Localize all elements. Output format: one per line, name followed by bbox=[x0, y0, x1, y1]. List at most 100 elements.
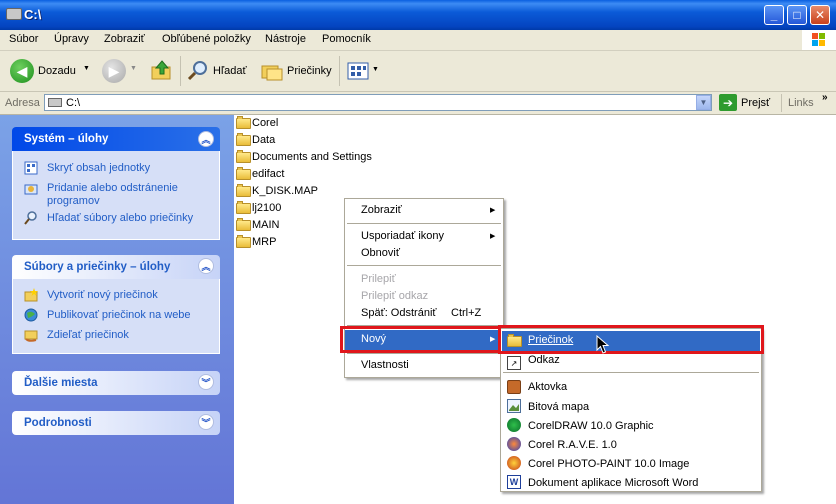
context-undo[interactable]: Späť: Odstrániť bbox=[361, 307, 437, 319]
toolbar-separator bbox=[180, 56, 181, 86]
go-button-label[interactable]: Prejsť bbox=[741, 97, 770, 109]
corel-photopaint-icon bbox=[507, 456, 521, 470]
corel-rave-icon bbox=[507, 437, 521, 451]
back-button-label[interactable]: Dozadu bbox=[38, 65, 76, 77]
folder-item[interactable]: MRP bbox=[252, 236, 276, 248]
collapse-chevron-icon[interactable]: ︽ bbox=[198, 131, 214, 147]
task-publish-folder[interactable]: Publikovať priečinok na webe bbox=[47, 309, 191, 322]
undo-shortcut: Ctrl+Z bbox=[451, 307, 482, 319]
share-folder-icon bbox=[24, 328, 38, 342]
system-tasks-title: Systém – úlohy bbox=[24, 133, 109, 145]
drive-icon bbox=[6, 8, 22, 20]
add-remove-programs-icon bbox=[24, 182, 38, 196]
menu-divider bbox=[347, 265, 501, 266]
publish-web-icon bbox=[24, 308, 38, 322]
mouse-cursor-icon bbox=[596, 334, 610, 355]
context-paste-link[interactable]: Prilepiť odkaz bbox=[361, 290, 428, 302]
menu-divider bbox=[503, 372, 759, 373]
annotation-red-box bbox=[498, 325, 764, 354]
expand-chevron-icon[interactable]: ︾ bbox=[198, 374, 214, 390]
address-value[interactable]: C:\ bbox=[66, 97, 80, 109]
search-button-label[interactable]: Hľadať bbox=[213, 65, 247, 77]
folder-item[interactable]: K_DISK.MAP bbox=[252, 185, 318, 197]
menu-help[interactable]: Pomocník bbox=[322, 33, 371, 45]
go-arrow-icon[interactable]: ➔ bbox=[719, 94, 737, 111]
collapse-chevron-icon[interactable]: ︽ bbox=[198, 258, 214, 274]
folder-item[interactable]: lj2100 bbox=[252, 202, 281, 214]
minimize-button[interactable]: _ bbox=[764, 5, 784, 25]
back-dropdown-icon[interactable]: ▼ bbox=[83, 65, 90, 72]
annotation-red-box bbox=[340, 326, 502, 353]
context-view[interactable]: Zobraziť bbox=[361, 204, 402, 216]
hide-drive-icon bbox=[24, 161, 38, 175]
back-arrow-icon[interactable]: ◀ bbox=[10, 59, 34, 83]
other-places-header[interactable]: Ďalšie miesta bbox=[12, 371, 220, 395]
menu-file[interactable]: Súbor bbox=[9, 33, 38, 45]
context-paste[interactable]: Prilepiť bbox=[361, 273, 396, 285]
task-new-folder[interactable]: Vytvoriť nový priečinok bbox=[47, 289, 158, 302]
folder-item[interactable]: edifact bbox=[252, 168, 284, 180]
menu-view[interactable]: Zobraziť bbox=[104, 33, 145, 45]
folder-item[interactable]: Data bbox=[252, 134, 275, 146]
menu-tools[interactable]: Nástroje bbox=[265, 33, 306, 45]
views-dropdown-icon[interactable]: ▼ bbox=[372, 66, 379, 73]
folder-icon bbox=[236, 184, 251, 197]
close-button[interactable]: ✕ bbox=[810, 5, 830, 25]
system-tasks-header[interactable]: Systém – úlohy bbox=[12, 127, 220, 151]
submenu-arrow-icon: ▶ bbox=[490, 233, 496, 240]
folder-icon bbox=[236, 235, 251, 248]
menu-divider bbox=[347, 223, 501, 224]
folder-icon bbox=[236, 167, 251, 180]
details-title: Podrobnosti bbox=[24, 417, 92, 429]
folder-icon bbox=[236, 133, 251, 146]
menu-edit[interactable]: Úpravy bbox=[54, 33, 89, 45]
task-add-remove-programs[interactable]: Pridanie alebo odstránenie programov bbox=[47, 182, 212, 208]
search-icon[interactable] bbox=[186, 59, 210, 83]
context-refresh[interactable]: Obnoviť bbox=[361, 247, 400, 259]
forward-arrow-icon[interactable]: ▶ bbox=[102, 59, 126, 83]
task-hide-drive-contents[interactable]: Skryť obsah jednotky bbox=[47, 162, 150, 175]
other-places-title: Ďalšie miesta bbox=[24, 377, 98, 389]
menu-favorites[interactable]: Obľúbené položky bbox=[162, 33, 251, 45]
submenu-shortcut[interactable]: Odkaz bbox=[528, 354, 560, 366]
submenu-arrow-icon: ▶ bbox=[490, 207, 496, 214]
folders-icon[interactable] bbox=[260, 59, 284, 83]
address-label: Adresa bbox=[5, 97, 40, 109]
address-dropdown-icon[interactable]: ▼ bbox=[696, 95, 711, 110]
submenu-corel-photopaint[interactable]: Corel PHOTO-PAINT 10.0 Image bbox=[528, 458, 689, 470]
expand-chevron-icon[interactable]: ︾ bbox=[198, 414, 214, 430]
chevron-right-icon[interactable]: » bbox=[822, 92, 828, 103]
submenu-bitmap[interactable]: Bitová mapa bbox=[528, 401, 589, 413]
maximize-button[interactable]: □ bbox=[787, 5, 807, 25]
folder-item[interactable]: Corel bbox=[252, 117, 278, 129]
address-input[interactable] bbox=[44, 94, 712, 111]
bitmap-icon bbox=[507, 399, 521, 413]
task-share-folder[interactable]: Zdieľať priečinok bbox=[47, 329, 129, 342]
title-bar[interactable] bbox=[0, 0, 836, 30]
folders-button-label[interactable]: Priečinky bbox=[287, 65, 332, 77]
shortcut-icon: ↗ bbox=[507, 356, 521, 370]
submenu-corel-rave[interactable]: Corel R.A.V.E. 1.0 bbox=[528, 439, 617, 451]
context-properties[interactable]: Vlastnosti bbox=[361, 359, 409, 371]
submenu-coreldraw[interactable]: CorelDRAW 10.0 Graphic bbox=[528, 420, 654, 432]
views-icon[interactable] bbox=[347, 61, 369, 81]
word-document-icon: W bbox=[507, 475, 521, 489]
forward-dropdown-icon[interactable]: ▼ bbox=[130, 65, 137, 72]
details-header[interactable]: Podrobnosti bbox=[12, 411, 220, 435]
folder-icon bbox=[236, 218, 251, 231]
window-title: C:\ bbox=[24, 7, 42, 22]
up-folder-icon[interactable] bbox=[150, 58, 174, 82]
folder-icon bbox=[236, 116, 251, 129]
new-folder-icon bbox=[24, 288, 38, 302]
windows-logo-icon bbox=[802, 30, 836, 50]
submenu-word-document[interactable]: Dokument aplikace Microsoft Word bbox=[528, 477, 698, 489]
file-tasks-header[interactable]: Súbory a priečinky – úlohy bbox=[12, 255, 220, 279]
folder-item[interactable]: MAIN bbox=[252, 219, 280, 231]
task-search-files[interactable]: Hľadať súbory alebo priečinky bbox=[47, 212, 193, 225]
links-label[interactable]: Links bbox=[788, 97, 814, 109]
file-tasks-title: Súbory a priečinky – úlohy bbox=[24, 261, 171, 273]
submenu-briefcase[interactable]: Aktovka bbox=[528, 381, 567, 393]
folder-item[interactable]: Documents and Settings bbox=[252, 151, 372, 163]
toolbar-separator bbox=[339, 56, 340, 86]
context-arrange-icons[interactable]: Usporiadať ikony bbox=[361, 230, 444, 242]
